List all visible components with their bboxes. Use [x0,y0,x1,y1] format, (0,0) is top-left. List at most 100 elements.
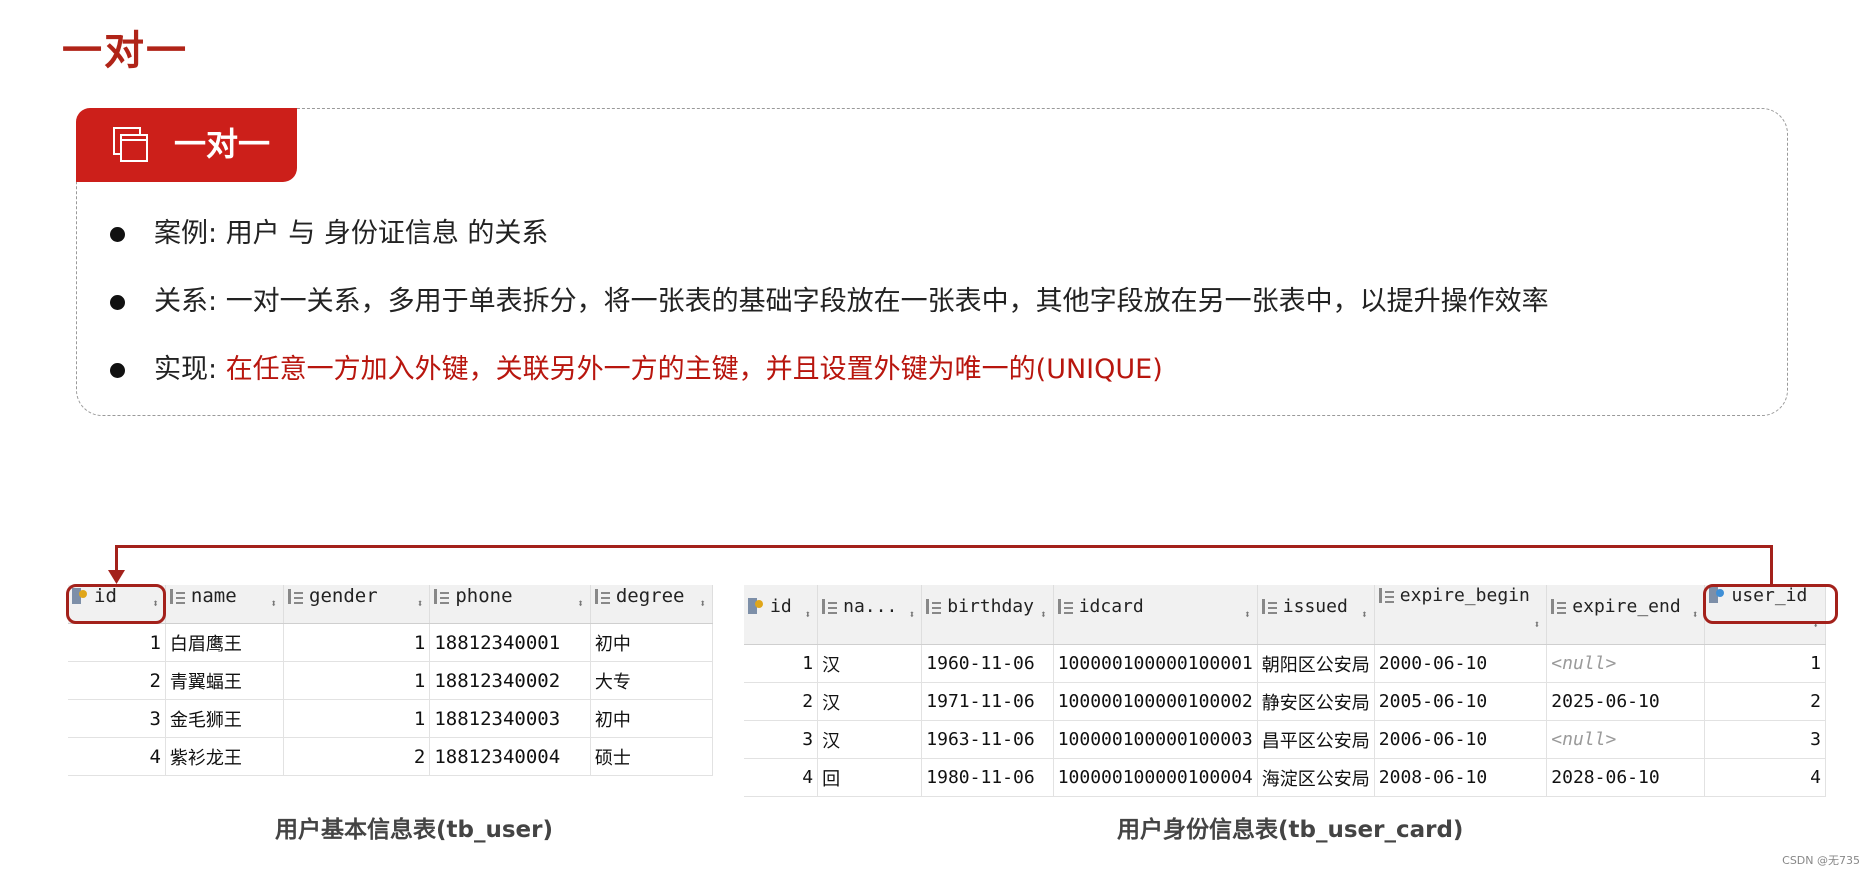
cell-id: 1 [744,644,819,683]
primary-key-highlight [66,584,166,624]
cell-user-id: 1 [1704,644,1826,683]
cell-issued: 静安区公安局 [1257,682,1375,721]
column-icon [926,598,942,614]
tb-user-card-table: id ⬍ na... ⬍ birthday ⬍ idcard ⬍ issued ⬍ exp… [744,585,1826,797]
column-header-birthday[interactable]: birthday ⬍ [921,585,1054,645]
cell-id: 3 [744,720,819,759]
table-row[interactable]: 1 白眉鹰王 1 18812340001 初中 [68,623,714,662]
cell-birthday: 1963-11-06 [921,720,1054,759]
sort-icon[interactable]: ⬍ [417,585,424,623]
column-icon [1551,598,1567,614]
cell-gender: 2 [283,737,431,776]
column-icon [1057,598,1073,614]
cell-degree: 初中 [590,699,714,738]
column-header-id[interactable]: id ⬍ [744,585,819,645]
cell-nation: 汉 [817,644,923,683]
cell-nation: 回 [817,758,923,797]
cell-birthday: 1980-11-06 [921,758,1054,797]
column-icon [822,598,838,614]
cell-id: 3 [68,699,166,738]
cell-issued: 昌平区公安局 [1257,720,1375,759]
cell-degree: 初中 [590,623,714,662]
column-icon [169,589,185,604]
table-header-row: id ⬍ na... ⬍ birthday ⬍ idcard ⬍ issued ⬍ exp… [744,585,1826,645]
bullet-item: 案例: 用户 与 身份证信息 的关系 [108,210,1768,278]
bullet-text: 案例: 用户 与 身份证信息 的关系 [154,210,548,258]
sort-icon[interactable]: ⬍ [1692,596,1699,634]
bullet-highlight: 在任意一方加入外键，关联另外一方的主键，并且设置外键为唯一的(UNIQUE) [225,354,1163,385]
sort-icon[interactable]: ⬍ [804,596,811,634]
relation-arrow-top [115,545,1773,548]
cell-expire-end: 2028-06-10 [1546,758,1706,797]
cell-issued: 朝阳区公安局 [1257,644,1375,683]
cell-gender: 1 [283,661,431,700]
column-header-gender[interactable]: gender ⬍ [283,585,431,624]
cell-user-id: 4 [1704,758,1826,797]
cell-birthday: 1960-11-06 [921,644,1054,683]
cell-id: 4 [68,737,166,776]
column-header-issued[interactable]: issued ⬍ [1257,585,1375,645]
column-header-idcard[interactable]: idcard ⬍ [1053,585,1258,645]
primary-key-icon [748,597,764,614]
column-header-expire-end[interactable]: expire_end ⬍ [1546,585,1706,645]
cell-expire-begin: 2000-06-10 [1374,644,1548,683]
cell-expire-begin: 2005-06-10 [1374,682,1548,721]
sort-icon[interactable]: ⬍ [1361,596,1368,634]
bullet-item: 关系: 一对一关系，多用于单表拆分，将一张表的基础字段放在一张表中，其他字段放在… [108,278,1768,346]
sort-icon[interactable]: ⬍ [1244,596,1251,634]
cell-degree: 大专 [590,661,714,700]
column-header-expire-begin[interactable]: expire_begin ⬍ [1374,585,1548,645]
sort-icon[interactable]: ⬍ [699,585,706,623]
table-row[interactable]: 3 汉 1963-11-06 100000100000100003 昌平区公安局 2006… [744,720,1826,759]
cell-phone: 18812340004 [429,737,591,776]
cell-name: 青翼蝠王 [165,661,285,700]
page-title: 一对一 [62,28,188,74]
bullet-text: 实现: 在任意一方加入外键，关联另外一方的主键，并且设置外键为唯一的(UNIQU… [154,346,1163,394]
sort-icon[interactable]: ⬍ [577,585,584,623]
sort-icon[interactable]: ⬍ [909,596,916,634]
cell-idcard: 100000100000100004 [1053,758,1258,797]
column-header-nation[interactable]: na... ⬍ [817,585,923,645]
watermark: CSDN @无735 [1782,854,1860,867]
table-row[interactable]: 4 紫衫龙王 2 18812340004 硕士 [68,737,714,776]
column-header-degree[interactable]: degree ⬍ [590,585,714,624]
column-icon [1378,588,1394,603]
cell-name: 白眉鹰王 [165,623,285,662]
column-header-phone[interactable]: phone ⬍ [429,585,591,624]
cell-name: 紫衫龙王 [165,737,285,776]
table-row[interactable]: 2 汉 1971-11-06 100000100000100002 静安区公安局 2005… [744,682,1826,721]
table-row[interactable]: 1 汉 1960-11-06 100000100000100001 朝阳区公安局 2000… [744,644,1826,683]
table-row[interactable]: 2 青翼蝠王 1 18812340002 大专 [68,661,714,700]
sort-icon[interactable]: ⬍ [270,585,277,623]
arrow-head-icon [108,570,125,584]
bullet-label: 案例: [154,218,226,249]
bullet-list: 案例: 用户 与 身份证信息 的关系 关系: 一对一关系，多用于单表拆分，将一张… [108,210,1768,414]
tb-user-card-caption: 用户身份信息表(tb_user_card) [1117,817,1464,843]
column-icon [1261,598,1277,614]
tb-user-caption: 用户基本信息表(tb_user) [275,817,553,843]
table-row[interactable]: 3 金毛狮王 1 18812340003 初中 [68,699,714,738]
cell-issued: 海淀区公安局 [1257,758,1375,797]
cell-nation: 汉 [817,720,923,759]
cell-birthday: 1971-11-06 [921,682,1054,721]
cell-id: 2 [68,661,166,700]
sort-icon[interactable]: ⬍ [1040,596,1047,634]
section-tab: 一对一 [76,108,297,182]
bullet-item: 实现: 在任意一方加入外键，关联另外一方的主键，并且设置外键为唯一的(UNIQU… [108,346,1768,414]
bullet-text: 关系: 一对一关系，多用于单表拆分，将一张表的基础字段放在一张表中，其他字段放在… [154,278,1549,326]
bullet-dot [110,295,125,310]
table-row[interactable]: 4 回 1980-11-06 100000100000100004 海淀区公安局 2008… [744,758,1826,797]
cell-idcard: 100000100000100003 [1053,720,1258,759]
sort-icon[interactable]: ⬍ [1534,606,1541,644]
column-header-name[interactable]: name ⬍ [165,585,285,624]
column-icon [594,589,610,604]
cell-name: 金毛狮王 [165,699,285,738]
tab-label: 一对一 [174,125,271,163]
cell-expire-end: 2025-06-10 [1546,682,1706,721]
cell-id: 2 [744,682,819,721]
cell-gender: 1 [283,699,431,738]
bullet-dot [110,363,125,378]
cell-expire-begin: 2006-06-10 [1374,720,1548,759]
cell-nation: 汉 [817,682,923,721]
cell-phone: 18812340001 [429,623,591,662]
